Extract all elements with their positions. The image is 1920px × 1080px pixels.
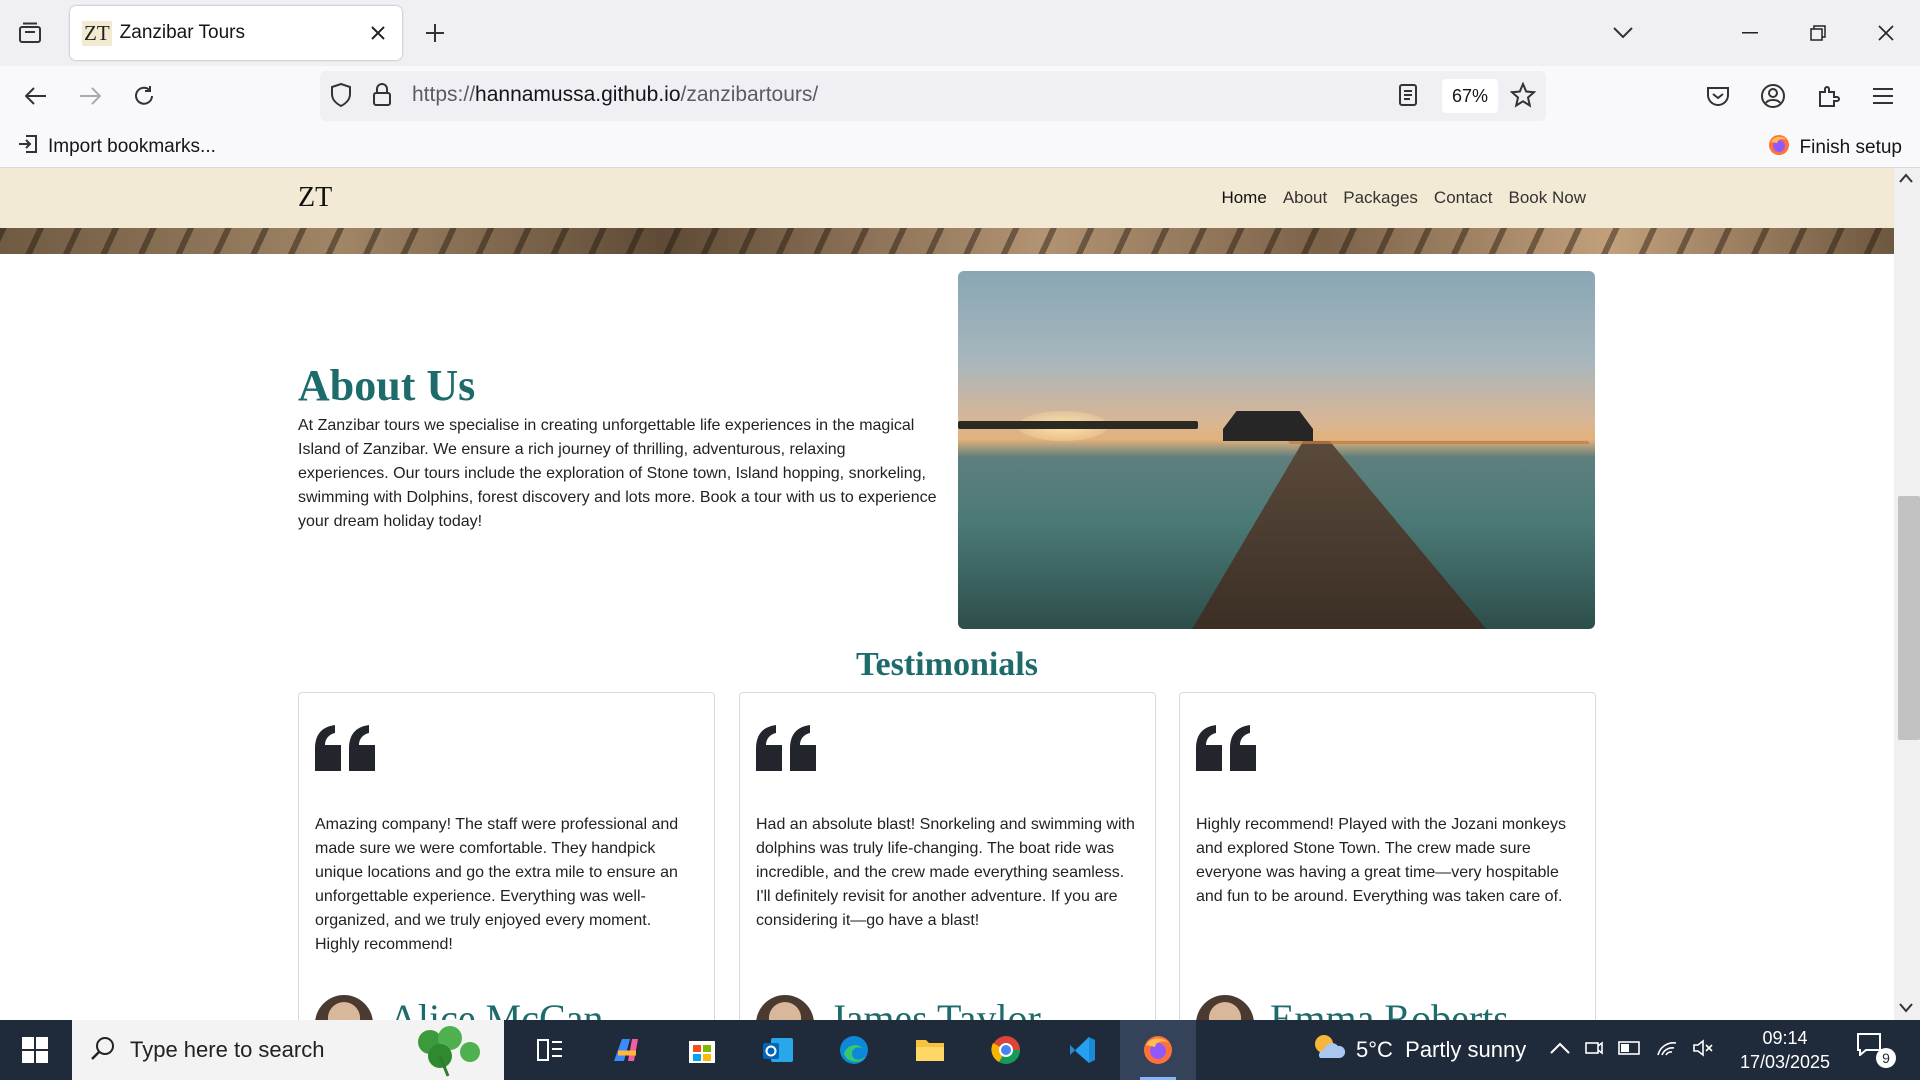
import-bookmarks-button[interactable]: Import bookmarks...	[18, 134, 216, 160]
testimonial-card: Highly recommend! Played with the Jozani…	[1179, 692, 1596, 1020]
firefox-taskbar-icon[interactable]	[1120, 1020, 1196, 1080]
notification-count: 9	[1876, 1048, 1896, 1068]
bookmark-star-icon[interactable]	[1509, 81, 1537, 113]
about-text: At Zanzibar tours we specialise in creat…	[298, 417, 937, 530]
tab-favicon: ZT	[82, 20, 112, 46]
account-icon[interactable]	[1755, 78, 1791, 114]
reader-view-icon[interactable]	[1398, 83, 1418, 112]
testimonial-name: Emma Roberts	[1270, 996, 1509, 1020]
shamrock-icon	[400, 1022, 490, 1078]
pier-sunset-photo	[958, 271, 1595, 629]
quote-icon	[313, 723, 379, 778]
weather-text: 5°C Partly sunny	[1356, 1037, 1527, 1062]
nav-book-now[interactable]: Book Now	[1509, 188, 1586, 208]
notification-icon[interactable]: 9	[1856, 1032, 1896, 1068]
lock-icon[interactable]	[372, 83, 392, 112]
forward-icon[interactable]	[72, 78, 108, 114]
system-clock[interactable]: 09:14 17/03/2025	[1730, 1026, 1840, 1074]
outlook-icon[interactable]	[740, 1020, 816, 1080]
copilot-icon[interactable]	[588, 1020, 664, 1080]
meet-now-icon[interactable]	[1584, 1038, 1604, 1063]
site-nav: Home About Packages Contact Book Now	[1221, 188, 1586, 208]
wifi-icon[interactable]	[1656, 1039, 1678, 1062]
site-header: ZT Home About Packages Contact Book Now	[0, 168, 1894, 228]
edge-icon[interactable]	[816, 1020, 892, 1080]
hero-image	[0, 228, 1894, 254]
firefox-icon	[1768, 134, 1790, 162]
nav-home[interactable]: Home	[1221, 188, 1266, 208]
reload-icon[interactable]	[126, 78, 162, 114]
new-tab-icon[interactable]	[420, 18, 450, 48]
weather-widget[interactable]: 5°C Partly sunny	[1310, 1020, 1526, 1080]
testimonial-text: Highly recommend! Played with the Jozani…	[1196, 816, 1566, 905]
avatar	[315, 995, 373, 1020]
chevron-down-icon[interactable]	[1608, 18, 1638, 48]
quote-icon	[754, 723, 820, 778]
tab-list-icon[interactable]	[12, 17, 48, 49]
avatar	[1196, 995, 1254, 1020]
minimize-icon[interactable]	[1716, 0, 1784, 66]
microsoft-store-icon[interactable]	[664, 1020, 740, 1080]
testimonial-card: Amazing company! The staff were professi…	[298, 692, 715, 1020]
avatar	[756, 995, 814, 1020]
bookmarks-toolbar: Import bookmarks... Finish setup	[0, 126, 1920, 168]
vscode-icon[interactable]	[1044, 1020, 1120, 1080]
taskbar-search[interactable]: Type here to search	[72, 1020, 504, 1080]
finish-setup-button[interactable]: Finish setup	[1768, 134, 1902, 162]
testimonial-text: Amazing company! The staff were professi…	[315, 816, 679, 953]
scrollbar-thumb[interactable]	[1898, 496, 1920, 740]
close-tab-icon[interactable]	[366, 21, 390, 45]
testimonial-name: James Taylor	[830, 996, 1041, 1020]
about-title: About Us	[298, 361, 476, 410]
nav-packages[interactable]: Packages	[1343, 188, 1418, 208]
task-view-icon[interactable]	[512, 1020, 588, 1080]
page-viewport: ZT Home About Packages Contact Book Now …	[0, 168, 1920, 1020]
volume-muted-icon[interactable]	[1692, 1038, 1714, 1062]
testimonial-card: Had an absolute blast! Snorkeling and sw…	[739, 692, 1156, 1020]
chrome-icon[interactable]	[968, 1020, 1044, 1080]
zoom-level-button[interactable]: 67%	[1442, 79, 1499, 113]
import-bookmarks-label: Import bookmarks...	[48, 136, 216, 157]
scroll-up-icon[interactable]	[1899, 170, 1913, 188]
url-text[interactable]: https://hannamussa.github.io/zanzibartou…	[412, 83, 818, 107]
testimonial-text: Had an absolute blast! Snorkeling and sw…	[756, 816, 1135, 929]
menu-hamburger-icon[interactable]	[1865, 78, 1901, 114]
partly-sunny-icon	[1310, 1032, 1346, 1068]
tab-bar: ZT Zanzibar Tours	[0, 0, 1920, 66]
testimonial-name: Alice McCan	[389, 996, 604, 1020]
navigation-toolbar: https://hannamussa.github.io/zanzibartou…	[0, 66, 1920, 126]
shield-icon[interactable]	[330, 82, 352, 112]
scroll-down-icon[interactable]	[1899, 1000, 1913, 1018]
nav-contact[interactable]: Contact	[1434, 188, 1493, 208]
back-icon[interactable]	[18, 78, 54, 114]
chevron-up-icon[interactable]	[1550, 1041, 1570, 1059]
battery-icon[interactable]	[1618, 1040, 1642, 1060]
close-window-icon[interactable]	[1852, 0, 1920, 66]
search-placeholder: Type here to search	[130, 1037, 325, 1062]
restore-icon[interactable]	[1784, 0, 1852, 66]
system-tray	[1550, 1020, 1714, 1080]
tab-zanzibar-tours[interactable]: ZT Zanzibar Tours	[70, 6, 402, 60]
testimonials-title: Testimonials	[855, 646, 1038, 683]
windows-taskbar: Type here to search 5°C Partly sunny 09:…	[0, 1020, 1920, 1080]
windows-start-icon[interactable]	[0, 1020, 70, 1080]
clock-time: 09:14	[1762, 1028, 1808, 1048]
clock-date: 17/03/2025	[1739, 1052, 1831, 1072]
extensions-icon[interactable]	[1810, 78, 1846, 114]
tab-title: Zanzibar Tours	[119, 22, 245, 43]
finish-setup-label: Finish setup	[1799, 137, 1902, 158]
import-icon	[18, 134, 38, 160]
search-icon	[90, 1035, 116, 1066]
quote-icon	[1194, 723, 1260, 778]
file-explorer-icon[interactable]	[892, 1020, 968, 1080]
page-scrollbar[interactable]	[1894, 168, 1920, 1020]
site-logo[interactable]: ZT	[298, 182, 332, 214]
pocket-icon[interactable]	[1700, 78, 1736, 114]
address-bar[interactable]: https://hannamussa.github.io/zanzibartou…	[320, 71, 1546, 121]
nav-about[interactable]: About	[1283, 188, 1327, 208]
